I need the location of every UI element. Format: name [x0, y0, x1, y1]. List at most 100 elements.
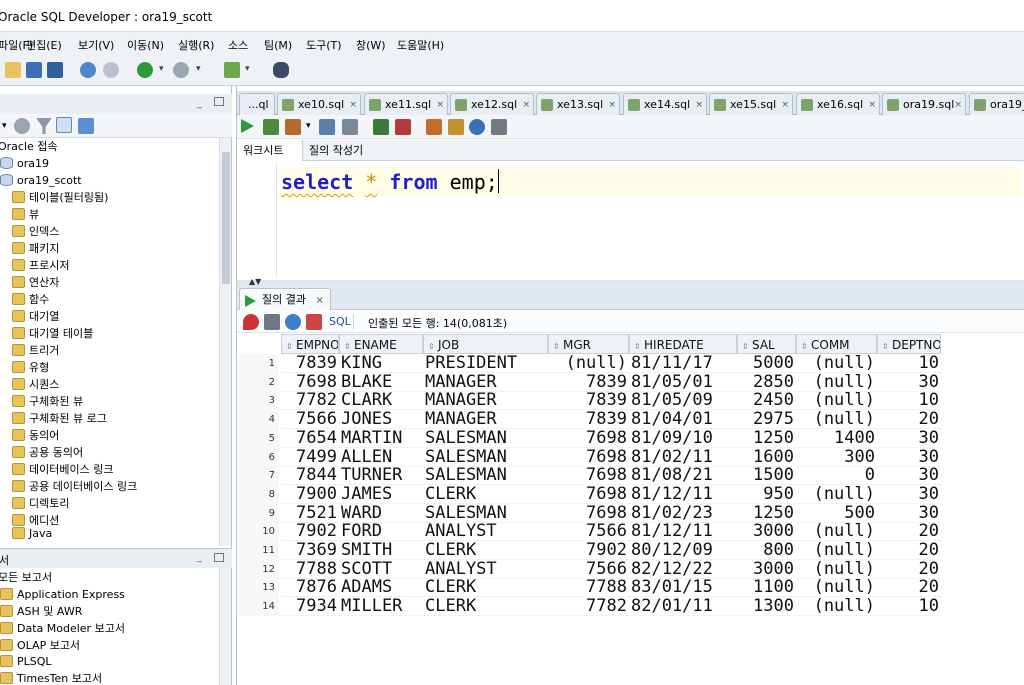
table-cell[interactable]: 30: [877, 485, 941, 504]
unshared-sql-icon[interactable]: [426, 119, 442, 135]
table-cell[interactable]: 2975: [737, 410, 796, 430]
editor-tab[interactable]: xe11.sql ×: [364, 93, 448, 115]
table-cell[interactable]: 7839: [548, 410, 629, 430]
close-icon[interactable]: ×: [349, 94, 357, 115]
tree-root-oracle-connections[interactable]: Oracle 접속: [0, 138, 58, 155]
save-all-icon[interactable]: [47, 62, 63, 78]
tree-item[interactable]: 대기열 테이블: [12, 325, 93, 342]
menu-help[interactable]: 도움말(H): [397, 37, 444, 53]
table-cell[interactable]: MANAGER: [423, 373, 548, 392]
menu-source[interactable]: 소스: [228, 37, 248, 53]
table-cell[interactable]: 0: [796, 466, 877, 486]
pin-icon[interactable]: [243, 314, 259, 330]
minimize-icon[interactable]: _: [197, 98, 202, 109]
add-connection-dropdown-icon[interactable]: ▾: [2, 121, 7, 131]
table-cell[interactable]: 7782: [548, 597, 629, 617]
table-cell[interactable]: 7698: [548, 429, 629, 448]
editor-tab[interactable]: xe14.sql ×: [623, 93, 707, 115]
table-cell[interactable]: 7934: [281, 597, 339, 617]
editor-tab[interactable]: xe12.sql ×: [450, 93, 534, 115]
run-script-icon[interactable]: [263, 119, 279, 135]
editor-tab[interactable]: xe10.sql ×: [277, 93, 361, 115]
table-cell[interactable]: (null): [796, 391, 877, 411]
column-header-sal[interactable]: ⇕ SAL: [737, 334, 796, 354]
cancel-icon[interactable]: [306, 314, 322, 330]
back-icon[interactable]: [137, 62, 153, 78]
table-cell[interactable]: 80/12/09: [629, 541, 737, 560]
open-icon[interactable]: [5, 62, 21, 78]
table-cell[interactable]: 1250: [737, 504, 796, 523]
menu-run[interactable]: 실행(R): [178, 37, 214, 53]
row-number[interactable]: 12: [239, 559, 279, 579]
table-cell[interactable]: JONES: [339, 410, 423, 430]
editor-tab[interactable]: ...ql: [239, 93, 275, 115]
table-cell[interactable]: CLERK: [423, 597, 548, 617]
close-icon[interactable]: ×: [695, 94, 703, 115]
code-line[interactable]: select * from emp;: [281, 167, 1021, 197]
table-cell[interactable]: 81/12/11: [629, 522, 737, 542]
table-cell[interactable]: 7566: [548, 522, 629, 542]
redo-icon[interactable]: [103, 62, 119, 78]
table-cell[interactable]: 7698: [281, 373, 339, 392]
sql-tuning-icon[interactable]: [342, 119, 358, 135]
table-cell[interactable]: 7499: [281, 448, 339, 467]
table-cell[interactable]: 7782: [281, 391, 339, 411]
table-cell[interactable]: SALESMAN: [423, 448, 548, 467]
table-cell[interactable]: (null): [796, 597, 877, 617]
table-cell[interactable]: 1300: [737, 597, 796, 617]
sql-link[interactable]: SQL: [329, 315, 351, 328]
table-cell[interactable]: 83/01/15: [629, 578, 737, 598]
row-number[interactable]: 4: [239, 410, 279, 430]
table-cell[interactable]: 7900: [281, 485, 339, 504]
close-icon[interactable]: ×: [522, 94, 530, 115]
table-cell[interactable]: 1250: [737, 429, 796, 448]
table-cell[interactable]: 10: [877, 597, 941, 617]
forward-icon[interactable]: [173, 62, 189, 78]
run-statement-icon[interactable]: [241, 119, 254, 133]
commit-icon[interactable]: [373, 119, 389, 135]
column-header-comm[interactable]: ⇕ COMM: [796, 334, 877, 354]
tab-query-result[interactable]: 질의 결과 ×: [239, 288, 331, 310]
table-cell[interactable]: 82/01/11: [629, 597, 737, 617]
menu-view[interactable]: 보기(V): [78, 37, 114, 53]
collapse-up-icon[interactable]: ▲▼: [249, 277, 261, 286]
refresh-icon[interactable]: [14, 118, 30, 134]
table-cell[interactable]: 20: [877, 560, 941, 579]
table-cell[interactable]: 7654: [281, 429, 339, 448]
column-header-empno[interactable]: ⇕ EMPNO: [281, 334, 339, 354]
table-cell[interactable]: SALESMAN: [423, 504, 548, 523]
table-cell[interactable]: 7788: [281, 560, 339, 579]
table-cell[interactable]: 82/12/22: [629, 560, 737, 579]
table-cell[interactable]: MILLER: [339, 597, 423, 617]
table-cell[interactable]: 7698: [548, 504, 629, 523]
row-number[interactable]: 1: [239, 354, 279, 373]
report-item[interactable]: PLSQL: [0, 653, 52, 670]
row-number[interactable]: 14: [239, 597, 279, 617]
reports-scrollbar[interactable]: [219, 568, 231, 685]
table-cell[interactable]: 30: [877, 504, 941, 523]
table-cell[interactable]: 30: [877, 429, 941, 448]
table-cell[interactable]: 7566: [548, 560, 629, 579]
forward-dropdown-icon[interactable]: ▾: [196, 64, 201, 74]
table-cell[interactable]: MANAGER: [423, 410, 548, 430]
table-cell[interactable]: ADAMS: [339, 578, 423, 598]
tree-item[interactable]: 인덱스: [12, 223, 59, 240]
save-icon[interactable]: [26, 62, 42, 78]
menu-team[interactable]: 팀(M): [264, 37, 292, 53]
table-cell[interactable]: CLARK: [339, 391, 423, 411]
tree-item[interactable]: 공용 동의어: [12, 444, 83, 461]
table-cell[interactable]: 7521: [281, 504, 339, 523]
table-cell[interactable]: 7902: [281, 522, 339, 542]
table-cell[interactable]: 81/12/11: [629, 485, 737, 504]
table-cell[interactable]: 7839: [548, 391, 629, 411]
table-cell[interactable]: 81/09/10: [629, 429, 737, 448]
sql-worksheet-icon[interactable]: [224, 62, 240, 78]
maximize-icon[interactable]: [214, 97, 224, 106]
tree-item[interactable]: 구체화된 뷰: [12, 393, 83, 410]
table-cell[interactable]: (null): [796, 560, 877, 579]
table-cell[interactable]: 81/08/21: [629, 466, 737, 486]
tree-item[interactable]: ora19: [0, 155, 49, 172]
table-cell[interactable]: 7698: [548, 485, 629, 504]
table-cell[interactable]: ANALYST: [423, 560, 548, 579]
table-cell[interactable]: 10: [877, 354, 941, 373]
